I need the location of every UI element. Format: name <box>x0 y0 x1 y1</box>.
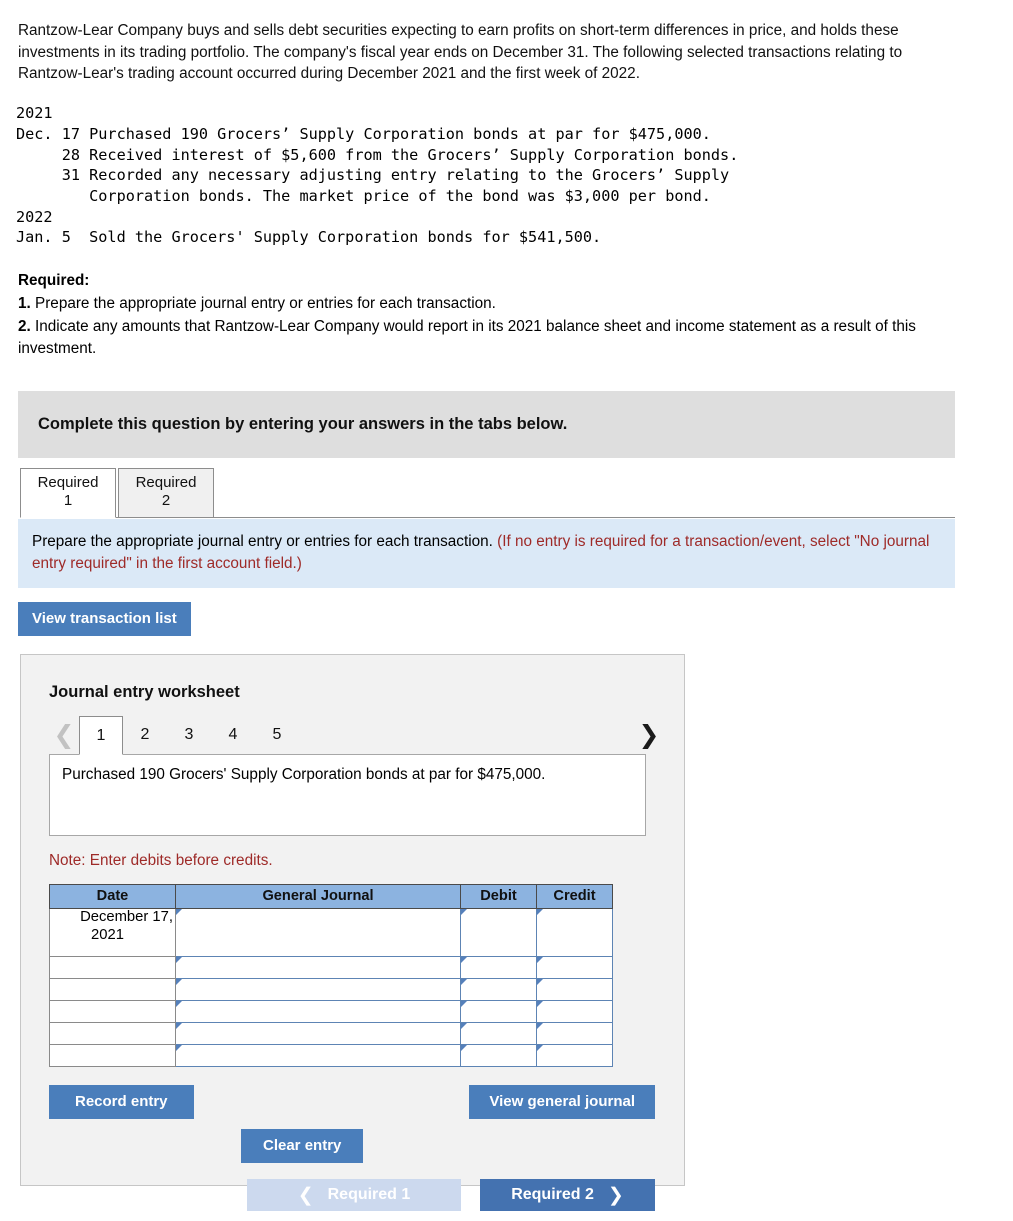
tab-required-2[interactable]: Required 2 <box>118 467 214 519</box>
clear-entry-button[interactable]: Clear entry <box>241 1129 364 1164</box>
required-item-2-text: Indicate any amounts that Rantzow-Lear C… <box>18 318 916 358</box>
worksheet-page-5[interactable]: 5 <box>255 716 299 754</box>
table-header-row: Date General Journal Debit Credit <box>49 884 613 910</box>
cell-general-journal-5[interactable] <box>175 1022 461 1046</box>
cell-date-1-line1: December 17, <box>80 909 173 926</box>
cell-debit-2[interactable] <box>460 956 537 980</box>
cell-debit-6[interactable] <box>460 1044 537 1068</box>
tab-required-2-label-line1: Required <box>135 473 197 491</box>
cell-credit-6[interactable] <box>536 1044 613 1068</box>
cell-general-journal-3[interactable] <box>175 978 461 1002</box>
table-row <box>49 956 613 980</box>
cell-date-1: December 17, 2021 <box>49 908 176 958</box>
column-header-debit: Debit <box>460 884 537 910</box>
cell-date-2[interactable] <box>49 956 176 980</box>
table-row <box>49 978 613 1002</box>
worksheet-page-3[interactable]: 3 <box>167 716 211 754</box>
tab-required-1-label-line2: 1 <box>63 492 73 510</box>
cell-general-journal-2[interactable] <box>175 956 461 980</box>
cell-credit-4[interactable] <box>536 1000 613 1024</box>
chevron-left-icon: ❮ <box>297 1184 314 1206</box>
transaction-list-text: 2021 Dec. 17 Purchased 190 Grocers’ Supp… <box>16 104 739 247</box>
cell-general-journal-4[interactable] <box>175 1000 461 1024</box>
table-row: December 17, 2021 <box>49 908 613 958</box>
column-header-date: Date <box>49 884 176 910</box>
required-item-1: 1. Prepare the appropriate journal entry… <box>18 293 953 315</box>
tab-required-2-label-line2: 2 <box>161 492 171 510</box>
cell-debit-5[interactable] <box>460 1022 537 1046</box>
nav-required-2-button[interactable]: Required 2 ❯ <box>480 1179 655 1211</box>
cell-credit-5[interactable] <box>536 1022 613 1046</box>
cell-general-journal-1[interactable] <box>175 908 461 958</box>
chevron-left-icon[interactable]: ❮ <box>49 716 79 754</box>
cell-debit-1[interactable] <box>460 908 537 958</box>
problem-intro-paragraph: Rantzow-Lear Company buys and sells debt… <box>18 22 903 83</box>
worksheet-pagination: ❮ 1 2 3 4 5 ❯ <box>49 716 664 756</box>
required-heading: Required: <box>18 271 90 289</box>
complete-question-banner: Complete this question by entering your … <box>18 390 955 458</box>
view-transaction-list-button[interactable]: View transaction list <box>18 602 191 637</box>
tab-required-1[interactable]: Required 1 <box>20 467 116 519</box>
bottom-navigation: ❮ Required 1 Required 2 ❯ <box>0 1179 1013 1221</box>
table-row <box>49 1022 613 1046</box>
tab-required-1-label-line1: Required <box>37 473 99 491</box>
nav-required-1-label: Required 1 <box>327 1186 411 1203</box>
worksheet-page-4[interactable]: 4 <box>211 716 255 754</box>
journal-entry-table: Date General Journal Debit Credit Decemb… <box>49 884 613 1068</box>
required-section: Required: 1. Prepare the appropriate jou… <box>18 270 953 361</box>
cell-credit-3[interactable] <box>536 978 613 1002</box>
required-tabs: Required 1 Required 2 <box>20 467 1013 519</box>
journal-entry-worksheet-panel: Journal entry worksheet ❮ 1 2 3 4 5 ❯ Pu… <box>20 654 685 1187</box>
record-entry-button[interactable]: Record entry <box>49 1085 194 1120</box>
cell-date-5[interactable] <box>49 1022 176 1046</box>
cell-date-3[interactable] <box>49 978 176 1002</box>
cell-debit-4[interactable] <box>460 1000 537 1024</box>
cell-date-4[interactable] <box>49 1000 176 1024</box>
chevron-right-icon[interactable]: ❯ <box>634 716 664 754</box>
transaction-description-box: Purchased 190 Grocers' Supply Corporatio… <box>49 754 646 837</box>
table-row <box>49 1000 613 1024</box>
cell-credit-1[interactable] <box>536 908 613 958</box>
column-header-credit: Credit <box>536 884 613 910</box>
worksheet-action-buttons: Record entry View general journal <box>49 1085 664 1120</box>
cell-date-6[interactable] <box>49 1044 176 1068</box>
cell-general-journal-6[interactable] <box>175 1044 461 1068</box>
required-item-1-number: 1. <box>18 295 31 313</box>
debits-before-credits-note: Note: Enter debits before credits. <box>49 852 273 870</box>
worksheet-page-1[interactable]: 1 <box>79 716 123 756</box>
cell-debit-3[interactable] <box>460 978 537 1002</box>
journal-entry-worksheet-title: Journal entry worksheet <box>49 683 240 702</box>
nav-required-1-button[interactable]: ❮ Required 1 <box>247 1179 461 1211</box>
cell-date-1-line2: 2021 <box>91 927 124 944</box>
instruction-black-text: Prepare the appropriate journal entry or… <box>32 533 498 551</box>
worksheet-page-2[interactable]: 2 <box>123 716 167 754</box>
required-item-2: 2. Indicate any amounts that Rantzow-Lea… <box>18 316 953 360</box>
required-item-1-text: Prepare the appropriate journal entry or… <box>30 295 496 313</box>
nav-required-2-label: Required 2 <box>511 1186 594 1203</box>
cell-credit-2[interactable] <box>536 956 613 980</box>
view-general-journal-button[interactable]: View general journal <box>469 1085 655 1120</box>
column-header-general-journal: General Journal <box>175 884 461 910</box>
table-row <box>49 1044 613 1068</box>
chevron-right-icon: ❯ <box>607 1184 624 1206</box>
required-item-2-number: 2. <box>18 318 31 336</box>
instruction-box: Prepare the appropriate journal entry or… <box>18 519 955 589</box>
